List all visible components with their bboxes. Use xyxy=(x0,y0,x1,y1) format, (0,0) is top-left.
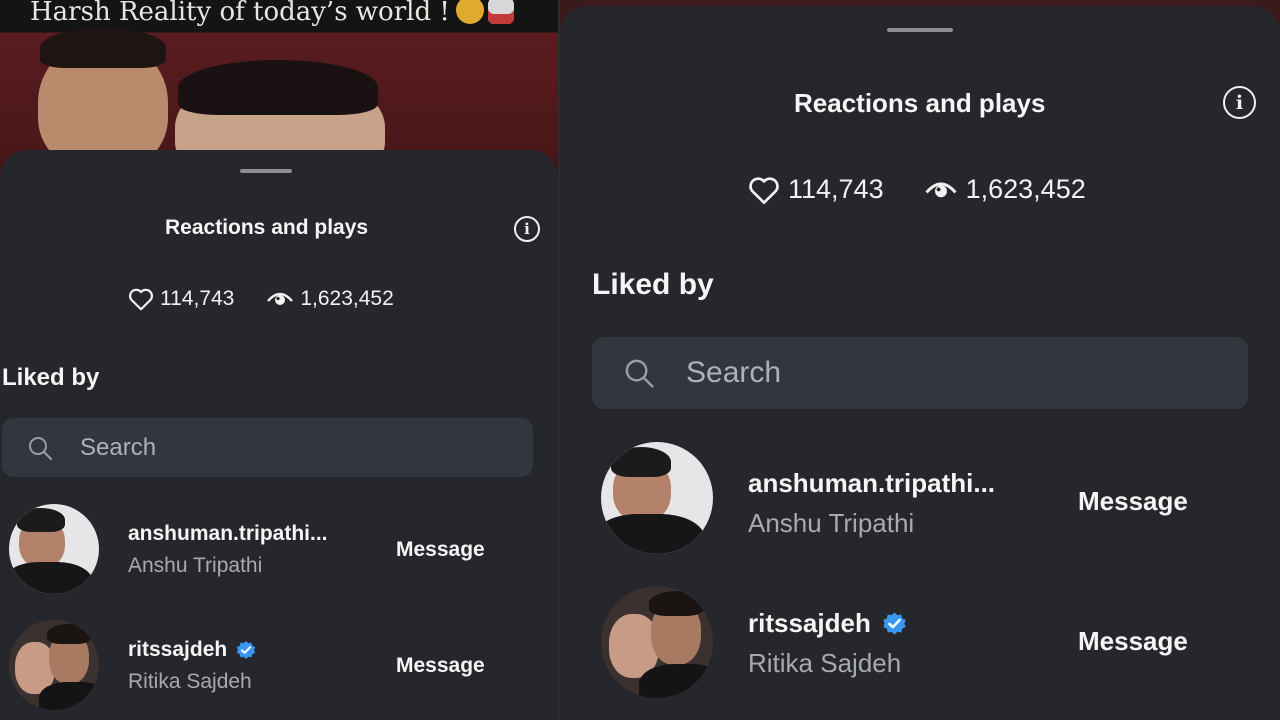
drag-handle[interactable] xyxy=(240,169,292,173)
liker-username[interactable]: anshuman.tripathi... xyxy=(128,522,328,546)
liker-row[interactable]: ritssajdeh Ritika Sajdeh Message xyxy=(0,620,558,716)
plays-stat: 1,623,452 xyxy=(924,174,1086,205)
reactions-sheet: Reactions and plays i 114,743 1,623,452 … xyxy=(560,6,1280,720)
liked-by-heading: Liked by xyxy=(2,364,100,391)
likes-count: 114,743 xyxy=(160,287,235,310)
liker-row[interactable]: ritssajdeh Ritika Sajdeh Message xyxy=(560,584,1280,704)
left-screenshot-panel: Harsh Reality of today’s world ! Reactio… xyxy=(0,0,558,720)
search-input[interactable] xyxy=(78,432,437,463)
info-icon[interactable]: i xyxy=(1223,86,1256,119)
liker-username-block[interactable]: ritssajdeh xyxy=(128,638,257,662)
liker-username[interactable]: anshuman.tripathi... xyxy=(748,468,995,499)
story-caption: Harsh Reality of today’s world ! xyxy=(30,0,514,27)
liker-username-block[interactable]: ritssajdeh xyxy=(748,608,908,639)
story-caption-text: Harsh Reality of today’s world ! xyxy=(30,0,450,27)
liked-by-heading: Liked by xyxy=(592,268,714,301)
right-screenshot-panel: Reactions and plays i 114,743 1,623,452 … xyxy=(560,0,1280,720)
plays-count: 1,623,452 xyxy=(965,174,1086,204)
search-icon xyxy=(625,359,654,388)
likes-stat: 114,743 xyxy=(128,287,234,311)
plays-stat: 1,623,452 xyxy=(266,287,394,311)
likes-stat: 114,743 xyxy=(748,174,884,205)
info-icon[interactable]: i xyxy=(514,216,540,242)
heart-icon xyxy=(129,288,153,311)
liker-full-name: Anshu Tripathi xyxy=(748,508,915,538)
avatar[interactable] xyxy=(601,586,713,698)
avatar[interactable] xyxy=(9,504,99,594)
search-bar[interactable] xyxy=(2,418,533,477)
liker-full-name: Ritika Sajdeh xyxy=(128,670,252,693)
eye-icon xyxy=(925,182,957,197)
story-hair-1 xyxy=(40,28,166,68)
eye-icon xyxy=(267,292,294,305)
liker-row[interactable]: anshuman.tripathi... Anshu Tripathi Mess… xyxy=(0,502,558,598)
message-button[interactable]: Message xyxy=(396,654,485,678)
message-button[interactable]: Message xyxy=(1078,626,1188,657)
stats-row: 114,743 1,623,452 xyxy=(748,174,1086,205)
heart-icon xyxy=(749,176,779,204)
sheet-title: Reactions and plays xyxy=(165,216,369,239)
plays-count: 1,623,452 xyxy=(300,287,394,310)
likes-count: 114,743 xyxy=(788,174,884,204)
verified-badge-icon xyxy=(883,612,906,635)
liker-full-name: Anshu Tripathi xyxy=(128,554,263,577)
story-hair-2 xyxy=(178,60,378,115)
search-bar[interactable] xyxy=(592,337,1248,409)
message-button[interactable]: Message xyxy=(396,538,485,562)
liker-full-name: Ritika Sajdeh xyxy=(748,648,902,678)
liker-username[interactable]: ritssajdeh xyxy=(748,608,871,639)
avatar[interactable] xyxy=(9,620,99,710)
sheet-title: Reactions and plays xyxy=(794,88,1046,118)
verified-badge-icon xyxy=(237,641,256,659)
reactions-sheet: Reactions and plays i 114,743 1,623,452 … xyxy=(0,150,558,720)
stats-row: 114,743 1,623,452 xyxy=(128,287,394,311)
message-button[interactable]: Message xyxy=(1078,486,1188,517)
drag-handle[interactable] xyxy=(887,28,953,32)
liker-username[interactable]: ritssajdeh xyxy=(128,638,227,662)
upside-down-face-emoji xyxy=(455,0,484,24)
avatar[interactable] xyxy=(601,442,713,554)
search-input[interactable] xyxy=(684,355,1127,391)
liker-row[interactable]: anshuman.tripathi... Anshu Tripathi Mess… xyxy=(560,440,1280,560)
heart-bandage-emoji xyxy=(487,0,514,24)
search-icon xyxy=(29,436,52,460)
